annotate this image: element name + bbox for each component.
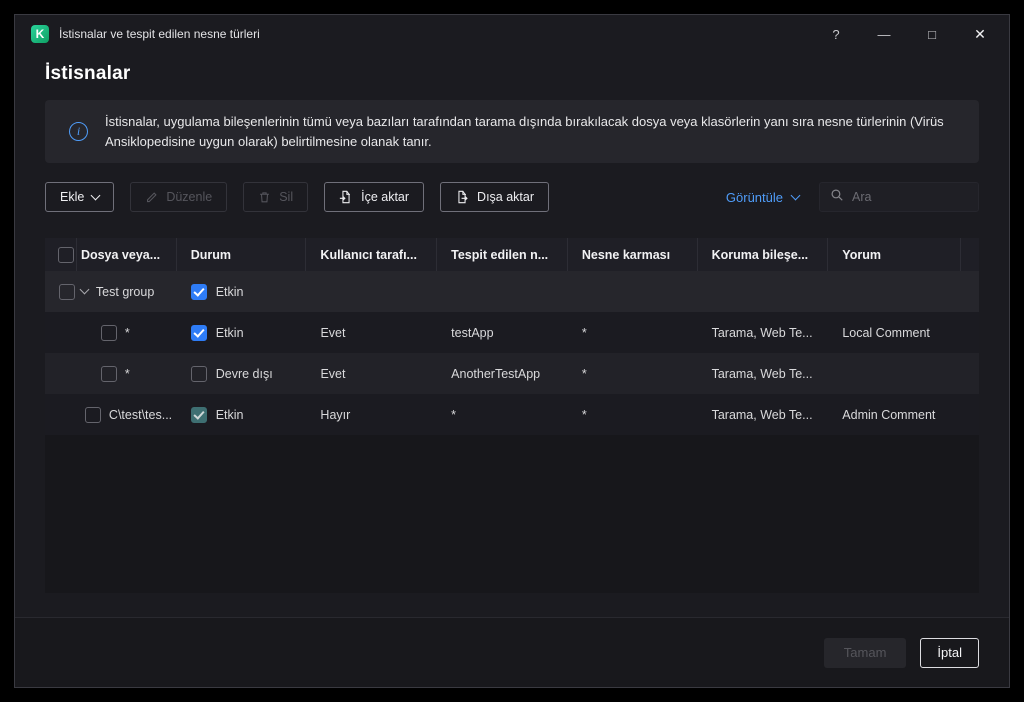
row-path: * — [125, 326, 130, 340]
row-components: Tarama, Web Te... — [698, 408, 829, 422]
row-status-checkbox[interactable] — [191, 407, 207, 423]
row-status-label: Etkin — [216, 326, 244, 340]
row-path: C\test\tes... — [109, 408, 172, 422]
select-all-checkbox[interactable] — [58, 247, 74, 263]
export-icon — [455, 190, 469, 204]
row-path: * — [125, 367, 130, 381]
search-icon — [830, 188, 844, 207]
import-button-label: İçe aktar — [361, 190, 409, 204]
chevron-down-icon — [91, 190, 101, 200]
column-header-components[interactable]: Koruma bileşe... — [698, 238, 829, 271]
chevron-down-icon — [791, 190, 801, 200]
exclusions-dialog: K İstisnalar ve tespit edilen nesne türl… — [14, 14, 1010, 688]
column-header-comment[interactable]: Yorum — [828, 238, 961, 271]
help-button[interactable]: ? — [821, 20, 851, 48]
edit-button-label: Düzenle — [166, 190, 212, 204]
import-icon — [339, 190, 353, 204]
group-status-checkbox[interactable] — [191, 284, 207, 300]
column-header-detected-object[interactable]: Tespit edilen n... — [437, 238, 568, 271]
column-header-object-hash[interactable]: Nesne karması — [568, 238, 698, 271]
table-group-row[interactable]: Test group Etkin — [45, 271, 979, 312]
info-banner: i İstisnalar, uygulama bileşenlerinin tü… — [45, 100, 979, 163]
window-controls: ? — □ ✕ — [803, 20, 995, 48]
delete-button-label: Sil — [279, 190, 293, 204]
group-checkbox[interactable] — [59, 284, 75, 300]
row-detected-object: * — [437, 408, 568, 422]
row-detected-object: testApp — [437, 326, 568, 340]
row-checkbox[interactable] — [101, 366, 117, 382]
table-row[interactable]: C\test\tes... Etkin Hayır * * Tarama, We… — [45, 394, 979, 435]
dialog-footer: Tamam İptal — [15, 617, 1009, 687]
search-input[interactable] — [852, 190, 968, 204]
delete-button[interactable]: Sil — [243, 182, 308, 212]
row-status-label: Etkin — [216, 408, 244, 422]
table-row[interactable]: * Etkin Evet testApp * Tarama, Web Te...… — [45, 312, 979, 353]
group-name: Test group — [96, 285, 154, 299]
table-row[interactable]: * Devre dışı Evet AnotherTestApp * Taram… — [45, 353, 979, 394]
row-checkbox[interactable] — [101, 325, 117, 341]
row-user-defined: Hayır — [306, 408, 437, 422]
cancel-button[interactable]: İptal — [920, 638, 979, 668]
row-status-checkbox[interactable] — [191, 366, 207, 382]
add-button-label: Ekle — [60, 190, 84, 204]
row-user-defined: Evet — [306, 326, 437, 340]
window-title: İstisnalar ve tespit edilen nesne türler… — [59, 27, 260, 41]
row-object-hash: * — [568, 326, 698, 340]
table-header-row: Dosya veya... Durum Kullanıcı tarafı... … — [45, 238, 979, 271]
row-components: Tarama, Web Te... — [698, 367, 829, 381]
exclusions-table: Dosya veya... Durum Kullanıcı tarafı... … — [45, 238, 979, 593]
pencil-icon — [145, 191, 158, 204]
row-detected-object: AnotherTestApp — [437, 367, 568, 381]
import-button[interactable]: İçe aktar — [324, 182, 424, 212]
row-object-hash: * — [568, 408, 698, 422]
group-status-label: Etkin — [216, 285, 244, 299]
row-object-hash: * — [568, 367, 698, 381]
export-button[interactable]: Dışa aktar — [440, 182, 549, 212]
column-header-file[interactable]: Dosya veya... — [77, 238, 177, 271]
row-comment: Admin Comment — [828, 408, 961, 422]
add-button[interactable]: Ekle — [45, 182, 114, 212]
search-box — [819, 182, 979, 212]
info-banner-text: İstisnalar, uygulama bileşenlerinin tümü… — [105, 112, 957, 151]
close-button[interactable]: ✕ — [965, 20, 995, 48]
row-checkbox[interactable] — [85, 407, 101, 423]
scrollbar-gutter — [961, 238, 979, 271]
maximize-button[interactable]: □ — [917, 20, 947, 48]
toolbar: Ekle Düzenle Sil İçe aktar Dışa aktar Gö… — [45, 182, 979, 212]
kaspersky-logo-icon: K — [31, 25, 49, 43]
row-user-defined: Evet — [306, 367, 437, 381]
trash-icon — [258, 191, 271, 204]
titlebar: K İstisnalar ve tespit edilen nesne türl… — [15, 15, 1009, 53]
row-comment: Local Comment — [828, 326, 961, 340]
ok-button[interactable]: Tamam — [824, 638, 907, 668]
minimize-button[interactable]: — — [869, 20, 899, 48]
expand-chevron-icon[interactable] — [79, 285, 89, 295]
page-title: İstisnalar — [45, 63, 979, 85]
column-header-user-defined[interactable]: Kullanıcı tarafı... — [306, 238, 437, 271]
export-button-label: Dışa aktar — [477, 190, 534, 204]
edit-button[interactable]: Düzenle — [130, 182, 227, 212]
row-status-label: Devre dışı — [216, 367, 273, 381]
row-status-checkbox[interactable] — [191, 325, 207, 341]
view-dropdown-label: Görüntüle — [726, 190, 783, 205]
column-header-status[interactable]: Durum — [177, 238, 307, 271]
view-dropdown[interactable]: Görüntüle — [726, 190, 799, 205]
row-components: Tarama, Web Te... — [698, 326, 829, 340]
info-icon: i — [69, 122, 88, 141]
